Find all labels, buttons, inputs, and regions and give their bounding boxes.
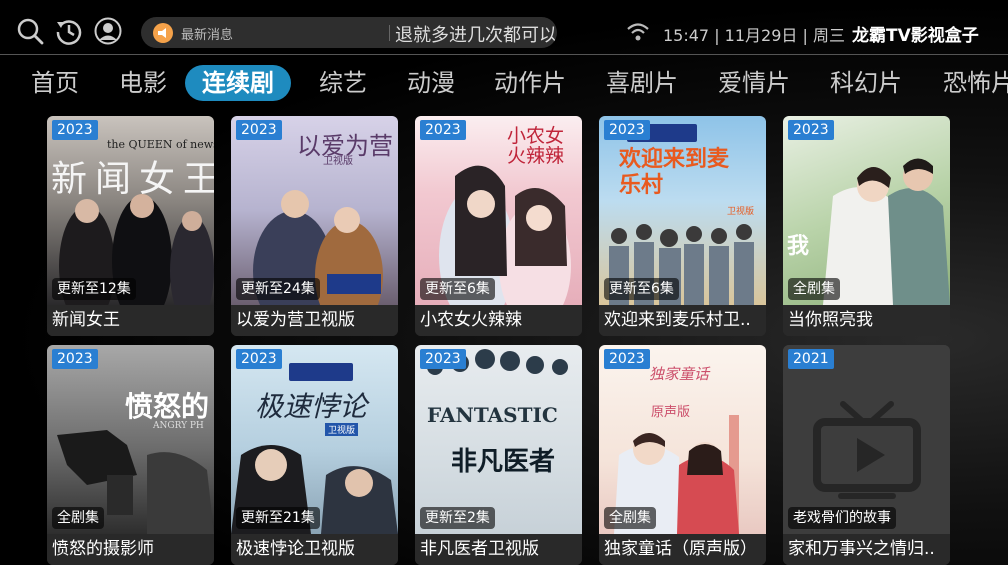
category-tabs: 首页 电影 连续剧 综艺 动漫 动作片 喜剧片 爱情片 科幻片 恐怖片 [0, 55, 1008, 109]
year-badge: 2021 [788, 349, 834, 369]
card-title: 极速悖论卫视版 [231, 534, 398, 565]
poster-subtitle: 卫视版 [323, 156, 353, 167]
poster-image: 小农女火辣辣 [415, 116, 582, 305]
episode-badge: 更新至24集 [236, 278, 320, 300]
clock-time: 15:47 [663, 26, 710, 45]
episode-badge: 更新至12集 [52, 278, 136, 300]
status-bar: 15:47 | 11月29日 | 周三 [663, 26, 845, 45]
year-badge: 2023 [236, 349, 282, 369]
history-icon[interactable] [55, 17, 83, 45]
media-card[interactable]: the QUEEN of news 新闻女王 2023 更新至12集 新闻女王 [47, 116, 214, 336]
tab-comedy[interactable]: 喜剧片 [606, 65, 678, 101]
notice-bar[interactable]: 最新消息 退就多进几次都可以了》（提示点 [141, 17, 557, 48]
card-title: 独家童话（原声版） [599, 534, 766, 565]
poster-image: 欢迎来到麦乐村 卫视版 [599, 116, 766, 305]
notice-divider [389, 25, 390, 41]
tv-icon [813, 400, 921, 504]
poster-image: 极速悖论 卫视版 [231, 345, 398, 534]
episode-badge: 全剧集 [788, 278, 840, 300]
app-title: 龙霸TV影视盒子 [852, 26, 979, 46]
poster-title-art: 非凡医者 [451, 447, 556, 477]
card-title: 以爱为营卫视版 [231, 305, 398, 336]
episode-badge: 全剧集 [52, 507, 104, 529]
episode-badge: 更新至21集 [236, 507, 320, 529]
poster-image: 愤怒的 ANGRY PH [47, 345, 214, 534]
year-badge: 2023 [52, 349, 98, 369]
poster-title-art: 独家童话 [649, 365, 710, 383]
megaphone-icon [153, 23, 173, 43]
tab-romance[interactable]: 爱情片 [718, 65, 790, 101]
tab-home[interactable]: 首页 [31, 65, 79, 101]
year-badge: 2023 [236, 120, 282, 140]
card-title: 欢迎来到麦乐村卫.. [599, 305, 766, 336]
notice-text: 退就多进几次都可以了》（提示点 [395, 25, 557, 46]
year-badge: 2023 [420, 120, 466, 140]
poster-placeholder [783, 345, 950, 534]
tab-movies[interactable]: 电影 [119, 65, 167, 101]
poster-image: 我 [783, 116, 950, 305]
card-title: 小农女火辣辣 [415, 305, 582, 336]
clock-weekday: 周三 [812, 26, 845, 45]
tab-variety[interactable]: 综艺 [319, 65, 367, 101]
media-card[interactable]: 以爱为营 卫视版 2023 更新至24集 以爱为营卫视版 [231, 116, 398, 336]
media-card[interactable]: 2021 老戏骨们的故事 家和万事兴之情归.. [783, 345, 950, 565]
wifi-icon [626, 22, 650, 46]
episode-badge: 全剧集 [604, 507, 656, 529]
card-title: 家和万事兴之情归.. [783, 534, 950, 565]
poster-image: 独家童话 原声版 [599, 345, 766, 534]
media-card[interactable]: 独家童话 原声版 2023 全剧集 独家童话（原声版） [599, 345, 766, 565]
media-card[interactable]: 小农女火辣辣 2023 更新至6集 小农女火辣辣 [415, 116, 582, 336]
top-bar: 最新消息 退就多进几次都可以了》（提示点 15:47 | 11月29日 | 周三… [0, 0, 1008, 54]
episode-badge: 更新至6集 [420, 278, 495, 300]
year-badge: 2023 [604, 349, 650, 369]
year-badge: 2023 [788, 120, 834, 140]
poster-image: FANTASTIC 非凡医者 [415, 345, 582, 534]
card-title: 新闻女王 [47, 305, 214, 336]
episode-badge: 更新至6集 [604, 278, 679, 300]
media-card[interactable]: 我 2023 全剧集 当你照亮我 [783, 116, 950, 336]
poster-title-art: 欢迎来到麦乐村 [619, 146, 730, 198]
tab-series[interactable]: 连续剧 [185, 65, 291, 101]
episode-badge: 更新至2集 [420, 507, 495, 529]
media-card[interactable]: FANTASTIC 非凡医者 2023 更新至2集 非凡医者卫视版 [415, 345, 582, 565]
card-title: 愤怒的摄影师 [47, 534, 214, 565]
poster-subtitle: FANTASTIC [427, 403, 558, 427]
card-title: 非凡医者卫视版 [415, 534, 582, 565]
media-card[interactable]: 愤怒的 ANGRY PH 2023 全剧集 愤怒的摄影师 [47, 345, 214, 565]
card-title: 当你照亮我 [783, 305, 950, 336]
poster-title-art: 极速悖论 [255, 390, 368, 423]
clock-date: 11月29日 [724, 26, 798, 45]
poster-image: the QUEEN of news 新闻女王 [47, 116, 214, 305]
year-badge: 2023 [420, 349, 466, 369]
tab-action[interactable]: 动作片 [494, 65, 566, 101]
tab-anime[interactable]: 动漫 [407, 65, 455, 101]
tab-horror[interactable]: 恐怖片 [943, 65, 1008, 101]
media-card[interactable]: 极速悖论 卫视版 2023 更新至21集 极速悖论卫视版 [231, 345, 398, 565]
notice-label: 最新消息 [181, 28, 234, 43]
user-icon[interactable] [94, 17, 122, 45]
poster-image: 以爱为营 卫视版 [231, 116, 398, 305]
tab-scifi[interactable]: 科幻片 [830, 65, 902, 101]
search-icon[interactable] [16, 17, 44, 45]
media-card[interactable]: 欢迎来到麦乐村 卫视版 2023 更新至6集 欢迎来到麦乐村卫.. [599, 116, 766, 336]
episode-badge: 老戏骨们的故事 [788, 507, 896, 529]
year-badge: 2023 [604, 120, 650, 140]
year-badge: 2023 [52, 120, 98, 140]
sponsor-logo [289, 363, 353, 381]
